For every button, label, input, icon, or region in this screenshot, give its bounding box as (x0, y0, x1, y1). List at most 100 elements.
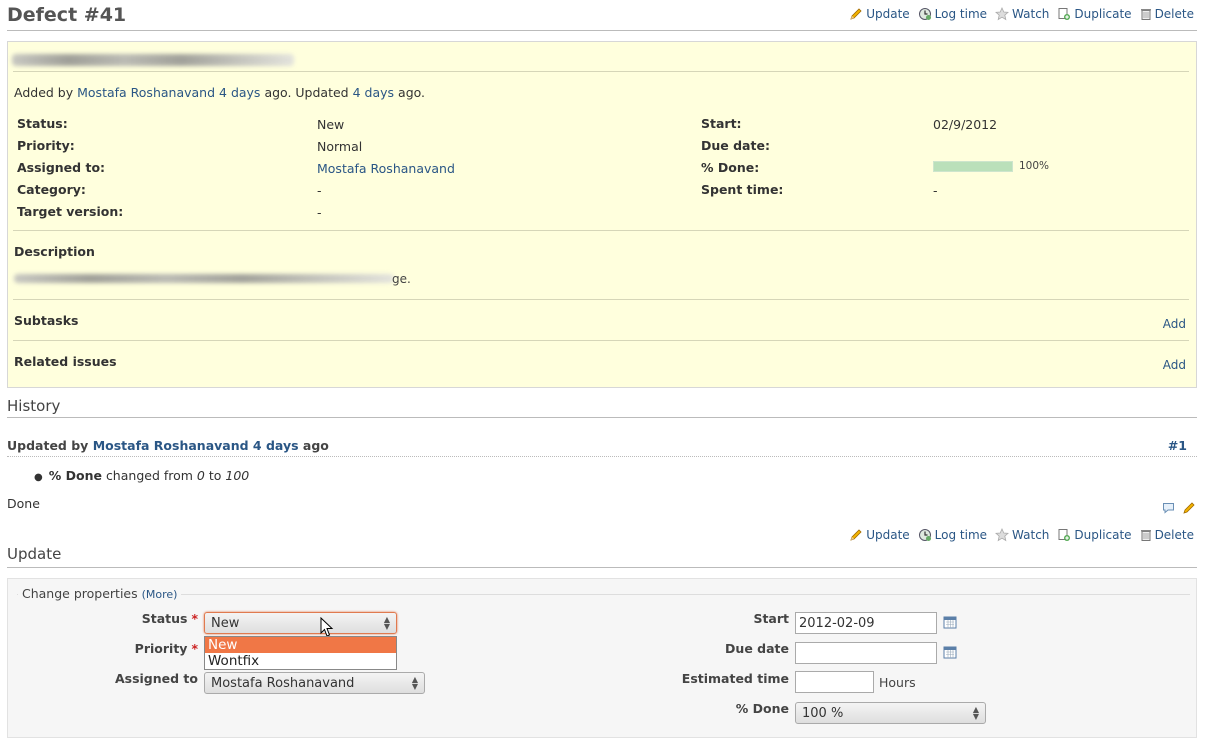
status-option-wontfix[interactable]: Wontfix (205, 653, 396, 669)
trash-icon (1140, 9, 1151, 20)
add-subtask-link[interactable]: Add (1163, 317, 1186, 331)
update-link[interactable]: Update (849, 7, 910, 21)
delete-link[interactable]: Delete (1140, 7, 1194, 21)
updated-ago-link[interactable]: 4 days (353, 85, 394, 100)
edit-note-pencil-icon[interactable] (1182, 501, 1196, 515)
log-time-label-bottom: Log time (934, 528, 988, 542)
spent-time-attr-label: Spent time: (701, 182, 784, 197)
start-attr-value: 02/9/2012 (933, 117, 998, 132)
estimated-time-input[interactable] (795, 671, 874, 693)
assigned-field-label: Assigned to (114, 671, 198, 686)
added-ago-link[interactable]: 4 days (219, 85, 260, 100)
done-select[interactable]: 100 % ▲ ▼ (795, 702, 986, 724)
select-arrows-icon: ▲ ▼ (411, 675, 418, 691)
hours-label: Hours (879, 675, 916, 690)
journal-ago-link[interactable]: 4 days (253, 438, 299, 453)
quote-icon[interactable] (1162, 502, 1175, 514)
status-attr-value: New (317, 117, 345, 132)
duplicate-icon (1058, 529, 1071, 541)
duplicate-label-bottom: Duplicate (1074, 528, 1132, 542)
delete-link-bottom[interactable]: Delete (1140, 528, 1194, 542)
duplicate-link-bottom[interactable]: Duplicate (1057, 528, 1132, 542)
done-select-value: 100 % (802, 705, 844, 721)
priority-required-mark: * (191, 641, 198, 656)
calendar-icon[interactable] (943, 615, 957, 629)
mouse-cursor-icon (320, 617, 334, 637)
journal-header: Updated by Mostafa Roshanavand 4 days ag… (7, 438, 329, 453)
status-dropdown-list: New Wontfix (204, 636, 397, 670)
log-time-label: Log time (934, 7, 988, 21)
updated-suffix: ago. (398, 85, 426, 100)
change-text: changed from (105, 468, 193, 483)
pencil-icon (850, 529, 862, 541)
attributes-divider (13, 230, 1189, 231)
update-divider (7, 567, 1197, 568)
bullet-icon: ● (34, 472, 43, 483)
watch-link[interactable]: Watch (995, 7, 1049, 21)
update-link-bottom[interactable]: Update (849, 528, 910, 542)
assigned-attr-link[interactable]: Mostafa Roshanavand (317, 161, 455, 176)
header-divider (7, 30, 1197, 31)
done-progress-fill (934, 162, 1012, 171)
status-required-mark: * (191, 611, 198, 626)
duplicate-icon (1058, 8, 1071, 20)
due-date-field-label: Due date (725, 641, 789, 656)
bottom-actions: Update Log time Watch Duplicate Delete (841, 528, 1194, 542)
description-tail: ge. (392, 272, 411, 286)
journal-suffix: ago (302, 438, 329, 453)
change-field: % Done (48, 468, 102, 483)
priority-attr-value: Normal (317, 139, 363, 154)
log-time-link[interactable]: Log time (918, 7, 987, 21)
assigned-select-value: Mostafa Roshanavand (211, 675, 355, 691)
history-title: History (7, 397, 61, 415)
watch-label-bottom: Watch (1012, 528, 1050, 542)
duplicate-link[interactable]: Duplicate (1057, 7, 1132, 21)
subtasks-divider (13, 340, 1189, 341)
select-arrows-icon: ▲ ▼ (972, 705, 979, 721)
description-divider (13, 299, 1189, 300)
clock-icon (918, 529, 931, 541)
status-select[interactable]: New ▲ ▼ (204, 612, 397, 634)
status-select-value: New (211, 615, 240, 631)
author-line: Added by Mostafa Roshanavand 4 days ago.… (14, 85, 425, 100)
pencil-icon (850, 8, 862, 20)
change-to: 100 (225, 468, 250, 483)
status-label-text: Status (141, 611, 188, 626)
clock-icon (918, 8, 931, 20)
done-attr-value: 100% (1019, 160, 1050, 172)
assigned-select[interactable]: Mostafa Roshanavand ▲ ▼ (204, 672, 425, 694)
start-field-label: Start (753, 611, 789, 626)
updated-prefix: ago. Updated (264, 85, 349, 100)
redacted-subject (12, 54, 294, 66)
watch-link-bottom[interactable]: Watch (995, 528, 1049, 542)
duplicate-label: Duplicate (1074, 7, 1132, 21)
target-version-attr-label: Target version: (17, 204, 124, 219)
update-label-bottom: Update (866, 528, 910, 542)
status-attr-label: Status: (17, 116, 68, 131)
priority-label-text: Priority (134, 641, 188, 656)
redacted-description (14, 274, 394, 283)
author-link[interactable]: Mostafa Roshanavand (77, 85, 215, 100)
journal-note: Done (7, 496, 40, 511)
category-attr-value: - (317, 183, 322, 198)
journal-number-link[interactable]: #1 (1168, 438, 1187, 453)
log-time-link-bottom[interactable]: Log time (918, 528, 987, 542)
status-field-label: Status * (100, 611, 198, 626)
priority-attr-label: Priority: (17, 138, 75, 153)
page-title: Defect #41 (7, 4, 127, 26)
start-attr-label: Start: (701, 116, 742, 131)
star-icon (995, 528, 1010, 542)
top-actions: Update Log time Watch Duplicate Delete (841, 7, 1194, 21)
add-related-link[interactable]: Add (1163, 358, 1186, 372)
due-date-input[interactable] (795, 642, 937, 664)
change-to-word: to (208, 468, 222, 483)
journal-author-link[interactable]: Mostafa Roshanavand (93, 438, 249, 453)
change-properties-fieldset (7, 578, 1197, 738)
status-option-new[interactable]: New (205, 637, 396, 653)
more-link[interactable]: (More) (142, 588, 178, 601)
start-date-input[interactable]: 2012-02-09 (795, 612, 937, 634)
calendar-icon[interactable] (943, 645, 957, 659)
legend-label: Change properties (22, 586, 138, 601)
change-from: 0 (196, 468, 205, 483)
spent-time-attr-value: - (933, 183, 938, 198)
